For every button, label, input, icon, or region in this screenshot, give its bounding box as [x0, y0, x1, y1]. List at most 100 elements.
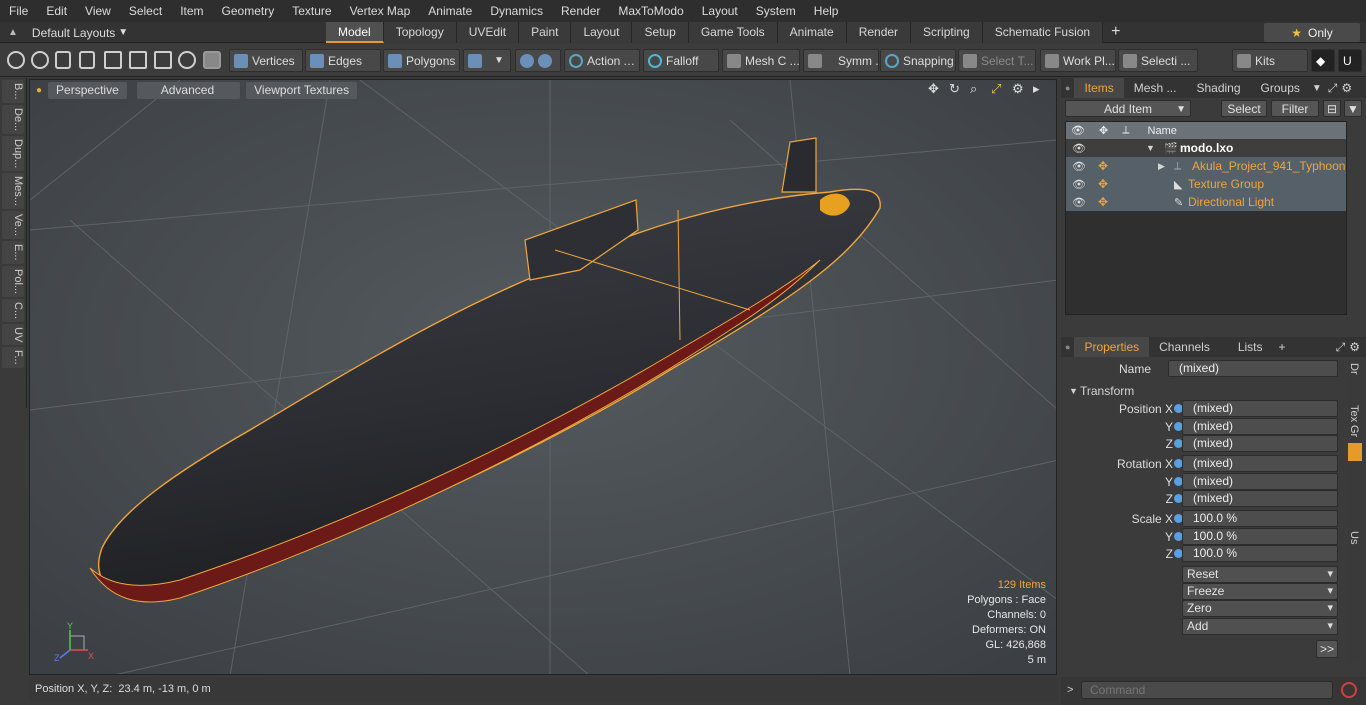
- move-view-icon[interactable]: ✥: [928, 82, 941, 95]
- left-tab-edge[interactable]: E...: [2, 241, 24, 264]
- add-tab-icon[interactable]: +: [1279, 340, 1286, 354]
- unreal-button[interactable]: U: [1338, 49, 1362, 72]
- left-tab-basic[interactable]: B...: [2, 80, 24, 103]
- rotation-y-field[interactable]: (mixed): [1182, 473, 1338, 490]
- side-tab-gr[interactable]: Gr: [1348, 425, 1360, 437]
- expand-up-icon[interactable]: ▲: [8, 27, 18, 38]
- side-tab-us[interactable]: Us: [1348, 531, 1360, 544]
- vertices-button[interactable]: Vertices: [229, 49, 303, 72]
- edges-button[interactable]: Edges: [305, 49, 381, 72]
- tab-items[interactable]: Items: [1074, 78, 1124, 98]
- menu-layout[interactable]: Layout: [693, 0, 747, 22]
- collapse-icon[interactable]: ⊟: [1323, 100, 1341, 117]
- left-tab-fusion[interactable]: F...: [2, 347, 24, 368]
- menu-file[interactable]: File: [0, 0, 37, 22]
- fit-view-icon[interactable]: ⤢: [991, 82, 1004, 95]
- perspective-button[interactable]: Perspective: [48, 81, 127, 99]
- layout-selector[interactable]: ▲ Default Layouts ▼: [0, 22, 128, 43]
- tab-uvedit[interactable]: UVEdit: [456, 22, 520, 43]
- menu-geometry[interactable]: Geometry: [213, 0, 284, 22]
- tab-dropdown-icon[interactable]: ▼: [1312, 83, 1322, 94]
- snap-grid-icon[interactable]: [129, 51, 147, 69]
- menu-select[interactable]: Select: [120, 0, 171, 22]
- left-tab-curve[interactable]: C...: [2, 298, 24, 322]
- scale-x-field[interactable]: 100.0 %: [1182, 510, 1338, 527]
- expand-right-icon[interactable]: ▸: [1033, 82, 1046, 95]
- zoom-view-icon[interactable]: ⌕: [970, 82, 983, 95]
- frame-icon[interactable]: [154, 51, 172, 69]
- pie-icon[interactable]: [178, 51, 196, 69]
- add-dropdown[interactable]: Add: [1182, 618, 1338, 635]
- brush-icon[interactable]: [79, 51, 95, 69]
- tab-lists[interactable]: Lists: [1228, 337, 1273, 357]
- rotation-z-field[interactable]: (mixed): [1182, 490, 1338, 507]
- record-icon[interactable]: [1341, 682, 1357, 698]
- side-tab-tex[interactable]: Tex: [1348, 405, 1360, 422]
- select-through-button[interactable]: Select T...: [958, 49, 1036, 72]
- rotate-view-icon[interactable]: ↻: [949, 82, 962, 95]
- add-item-button[interactable]: Add Item ▼: [1065, 100, 1191, 117]
- mesh-constraint-button[interactable]: Mesh C ...: [722, 49, 800, 72]
- menu-vertex-map[interactable]: Vertex Map: [341, 0, 420, 22]
- advanced-button[interactable]: Advanced: [136, 81, 241, 99]
- left-tab-mesh[interactable]: Mes...: [2, 173, 24, 210]
- shield-icon[interactable]: [203, 51, 221, 69]
- expand-panel-icon[interactable]: ⤢: [1336, 340, 1346, 355]
- scale-z-field[interactable]: 100.0 %: [1182, 545, 1338, 562]
- left-tab-vertex[interactable]: Ve...: [2, 211, 24, 240]
- position-x-field[interactable]: (mixed): [1182, 400, 1338, 417]
- left-tab-uv[interactable]: UV: [2, 323, 24, 346]
- tab-paint[interactable]: Paint: [519, 22, 572, 43]
- item-mode-button[interactable]: ▼: [463, 49, 511, 72]
- symmetry-button[interactable]: Symm ...: [803, 49, 879, 72]
- panel-menu-dot[interactable]: ●: [1065, 342, 1070, 352]
- transform-icon[interactable]: ✥: [1098, 159, 1108, 173]
- side-tab-dr[interactable]: Dr: [1348, 363, 1360, 375]
- eye-icon[interactable]: 👁: [1072, 196, 1086, 209]
- menu-render[interactable]: Render: [552, 0, 609, 22]
- action-button[interactable]: Action…: [564, 49, 640, 72]
- circle-select-icon[interactable]: [7, 51, 25, 69]
- rotation-x-field[interactable]: (mixed): [1182, 455, 1338, 472]
- side-handle-icon[interactable]: [1348, 442, 1362, 461]
- tab-schematic-fusion[interactable]: Schematic Fusion: [982, 22, 1104, 43]
- tab-layout[interactable]: Layout: [571, 22, 633, 43]
- tab-mesh[interactable]: Mesh ...: [1124, 78, 1187, 98]
- tab-render[interactable]: Render: [846, 22, 912, 43]
- select-button[interactable]: Select: [1221, 100, 1267, 117]
- position-y-field[interactable]: (mixed): [1182, 418, 1338, 435]
- tab-topology[interactable]: Topology: [383, 22, 457, 43]
- add-tab-icon[interactable]: +: [1103, 22, 1128, 43]
- position-z-field[interactable]: (mixed): [1182, 435, 1338, 452]
- reset-dropdown[interactable]: Reset: [1182, 566, 1338, 583]
- zero-dropdown[interactable]: Zero: [1182, 600, 1338, 617]
- menu-dynamics[interactable]: Dynamics: [481, 0, 552, 22]
- tab-model[interactable]: Model: [326, 22, 384, 43]
- menu-help[interactable]: Help: [805, 0, 848, 22]
- eye-icon[interactable]: 👁: [1072, 178, 1086, 191]
- tab-shading[interactable]: Shading: [1186, 78, 1250, 98]
- polygons-button[interactable]: Polygons: [383, 49, 460, 72]
- freeze-dropdown[interactable]: Freeze: [1182, 583, 1338, 600]
- menu-system[interactable]: System: [747, 0, 805, 22]
- left-tab-duplicate[interactable]: Dup...: [2, 135, 24, 172]
- unity-button[interactable]: ◆: [1311, 49, 1335, 72]
- kits-button[interactable]: Kits: [1232, 49, 1308, 72]
- panel-menu-dot[interactable]: ●: [1065, 83, 1070, 93]
- gear-icon[interactable]: ⚙: [1341, 81, 1352, 95]
- pen-icon[interactable]: [55, 51, 71, 69]
- transform-icon[interactable]: ✥: [1098, 177, 1108, 191]
- globe-icon[interactable]: [31, 51, 49, 69]
- gear-icon[interactable]: ⚙: [1349, 340, 1360, 354]
- transform-icon[interactable]: ✥: [1098, 195, 1108, 209]
- align-icon[interactable]: [104, 51, 122, 69]
- eye-icon[interactable]: 👁: [1072, 160, 1086, 173]
- snapping-button[interactable]: Snapping: [880, 49, 956, 72]
- scale-y-field[interactable]: 100.0 %: [1182, 528, 1338, 545]
- tab-properties[interactable]: Properties: [1074, 337, 1150, 357]
- tab-scripting[interactable]: Scripting: [911, 22, 983, 43]
- only-toggle[interactable]: ★ Only: [1264, 23, 1360, 42]
- falloff-button[interactable]: Falloff: [643, 49, 719, 72]
- filter-button[interactable]: Filter: [1271, 100, 1319, 117]
- menu-view[interactable]: View: [76, 0, 120, 22]
